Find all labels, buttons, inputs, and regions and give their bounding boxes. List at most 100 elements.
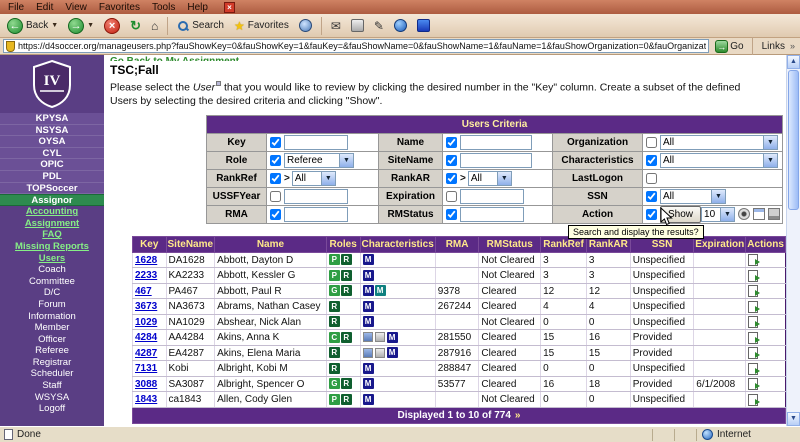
rma-input[interactable] bbox=[284, 207, 348, 222]
user-key-link[interactable]: 4284 bbox=[135, 332, 157, 343]
column-header-key[interactable]: Key bbox=[133, 236, 167, 252]
excel-export-icon[interactable] bbox=[753, 208, 765, 220]
refresh-button[interactable]: ↻ bbox=[127, 17, 144, 35]
forward-button[interactable]: → ▼ bbox=[65, 17, 97, 35]
menu-edit[interactable]: Edit bbox=[30, 2, 59, 13]
sidebar-item-staff[interactable]: Staff bbox=[0, 380, 104, 392]
organization-select[interactable]: All▼ bbox=[660, 135, 778, 150]
stop-button[interactable]: × bbox=[101, 17, 123, 35]
column-header-sitename[interactable]: SiteName bbox=[166, 236, 215, 252]
expiration-checkbox[interactable] bbox=[446, 191, 457, 202]
sidebar-item-assignor[interactable]: Assignor bbox=[0, 194, 104, 206]
history-button[interactable] bbox=[296, 18, 315, 33]
sitename-input[interactable] bbox=[460, 153, 532, 168]
address-input[interactable]: https://d4soccer.org/manageusers.php?fau… bbox=[3, 39, 709, 53]
menu-tools[interactable]: Tools bbox=[146, 2, 181, 13]
menu-help[interactable]: Help bbox=[181, 2, 214, 13]
user-key-link[interactable]: 467 bbox=[135, 286, 152, 297]
links-label[interactable]: Links bbox=[762, 41, 785, 52]
user-key-link[interactable]: 3088 bbox=[135, 379, 157, 390]
expiration-input[interactable] bbox=[460, 189, 524, 204]
rankar-checkbox[interactable] bbox=[446, 173, 457, 184]
sidebar-item-cyl[interactable]: CYL bbox=[0, 148, 104, 160]
sidebar-item-officer[interactable]: Officer bbox=[0, 334, 104, 346]
sidebar-item-wsysa[interactable]: WSYSA bbox=[0, 392, 104, 404]
search-button[interactable]: Search bbox=[174, 19, 227, 33]
close-icon[interactable]: × bbox=[224, 2, 235, 13]
open-user-icon[interactable] bbox=[748, 394, 758, 406]
key-checkbox[interactable] bbox=[270, 137, 281, 148]
sidebar-item-scheduler[interactable]: Scheduler bbox=[0, 368, 104, 380]
favorites-button[interactable]: ★ Favorites bbox=[231, 18, 292, 34]
characteristics-select[interactable]: All▼ bbox=[660, 153, 778, 168]
user-key-link[interactable]: 2233 bbox=[135, 270, 157, 281]
open-user-icon[interactable] bbox=[748, 301, 758, 313]
sidebar-item-assignment[interactable]: Assignment bbox=[0, 218, 104, 230]
user-key-link[interactable]: 1628 bbox=[135, 255, 157, 266]
rmstatus-input[interactable] bbox=[460, 207, 524, 222]
sidebar-item-topsoccer[interactable]: TOPSoccer bbox=[0, 183, 104, 195]
name-input[interactable] bbox=[460, 135, 532, 150]
open-user-icon[interactable] bbox=[748, 285, 758, 297]
user-key-link[interactable]: 1029 bbox=[135, 317, 157, 328]
scrollbar-thumb[interactable] bbox=[788, 70, 799, 210]
sidebar-item-logoff[interactable]: Logoff bbox=[0, 403, 104, 415]
sidebar-item-pdl[interactable]: PDL bbox=[0, 171, 104, 183]
go-button[interactable]: → Go bbox=[712, 40, 746, 53]
sidebar-item-registrar[interactable]: Registrar bbox=[0, 357, 104, 369]
rankref-select[interactable]: All▼ bbox=[292, 171, 336, 186]
column-header-actions[interactable]: Actions bbox=[746, 236, 786, 252]
open-user-icon[interactable] bbox=[748, 254, 758, 266]
sidebar-item-nsysa[interactable]: NSYSA bbox=[0, 125, 104, 137]
sidebar-item-missing-reports[interactable]: Missing Reports bbox=[0, 241, 104, 253]
sidebar-item-d-c[interactable]: D/C bbox=[0, 287, 104, 299]
open-user-icon[interactable] bbox=[748, 270, 758, 282]
sidebar-item-faq[interactable]: FAQ bbox=[0, 229, 104, 241]
menu-file[interactable]: File bbox=[2, 2, 30, 13]
column-header-characteristics[interactable]: Characteristics bbox=[360, 236, 435, 252]
column-header-name[interactable]: Name bbox=[215, 236, 327, 252]
page-size-select[interactable]: 10▼ bbox=[701, 207, 735, 222]
bluetooth-button[interactable] bbox=[414, 18, 433, 33]
sidebar-item-accounting[interactable]: Accounting bbox=[0, 206, 104, 218]
sidebar-item-opic[interactable]: OPIC bbox=[0, 159, 104, 171]
ssn-checkbox[interactable] bbox=[646, 191, 657, 202]
sidebar-item-committee[interactable]: Committee bbox=[0, 276, 104, 288]
sidebar-item-coach[interactable]: Coach bbox=[0, 264, 104, 276]
sidebar-item-information[interactable]: Information bbox=[0, 311, 104, 323]
sidebar-item-oysa[interactable]: OYSA bbox=[0, 136, 104, 148]
scroll-down-icon[interactable]: ▼ bbox=[787, 412, 800, 426]
menu-view[interactable]: View bbox=[59, 2, 93, 13]
user-key-link[interactable]: 4287 bbox=[135, 348, 157, 359]
back-button[interactable]: ← Back ▼ bbox=[4, 17, 61, 35]
sidebar-item-member[interactable]: Member bbox=[0, 322, 104, 334]
scroll-up-icon[interactable]: ▲ bbox=[787, 55, 800, 69]
home-button[interactable]: ⌂ bbox=[148, 18, 161, 34]
role-select[interactable]: Referee▼ bbox=[284, 153, 354, 168]
open-user-icon[interactable] bbox=[748, 363, 758, 375]
open-user-icon[interactable] bbox=[748, 316, 758, 328]
characteristics-checkbox[interactable] bbox=[646, 155, 657, 166]
scrollbar-track[interactable] bbox=[787, 211, 800, 412]
user-key-link[interactable]: 3673 bbox=[135, 301, 157, 312]
edit-button[interactable]: ✎ bbox=[371, 18, 387, 34]
ussfyear-checkbox[interactable] bbox=[270, 191, 281, 202]
vertical-scrollbar[interactable]: ▲ ▼ bbox=[786, 55, 800, 426]
action-checkbox[interactable] bbox=[646, 209, 657, 220]
results-icon[interactable] bbox=[738, 208, 750, 220]
rankar-select[interactable]: All▼ bbox=[468, 171, 512, 186]
sidebar-item-referee[interactable]: Referee bbox=[0, 345, 104, 357]
sidebar-item-forum[interactable]: Forum bbox=[0, 299, 104, 311]
mail-button[interactable]: ✉ bbox=[328, 18, 344, 34]
ussfyear-input[interactable] bbox=[284, 189, 348, 204]
sidebar-item-kpysa[interactable]: KPYSA bbox=[0, 113, 104, 125]
open-user-icon[interactable] bbox=[748, 347, 758, 359]
column-header-rma[interactable]: RMA bbox=[435, 236, 479, 252]
open-user-icon[interactable] bbox=[748, 332, 758, 344]
print-icon[interactable] bbox=[768, 208, 780, 220]
column-header-rmstatus[interactable]: RMStatus bbox=[479, 236, 541, 252]
organization-checkbox[interactable] bbox=[646, 137, 657, 148]
user-key-link[interactable]: 7131 bbox=[135, 363, 157, 374]
ssn-select[interactable]: All▼ bbox=[660, 189, 726, 204]
chevron-right-icon[interactable]: » bbox=[790, 41, 795, 51]
